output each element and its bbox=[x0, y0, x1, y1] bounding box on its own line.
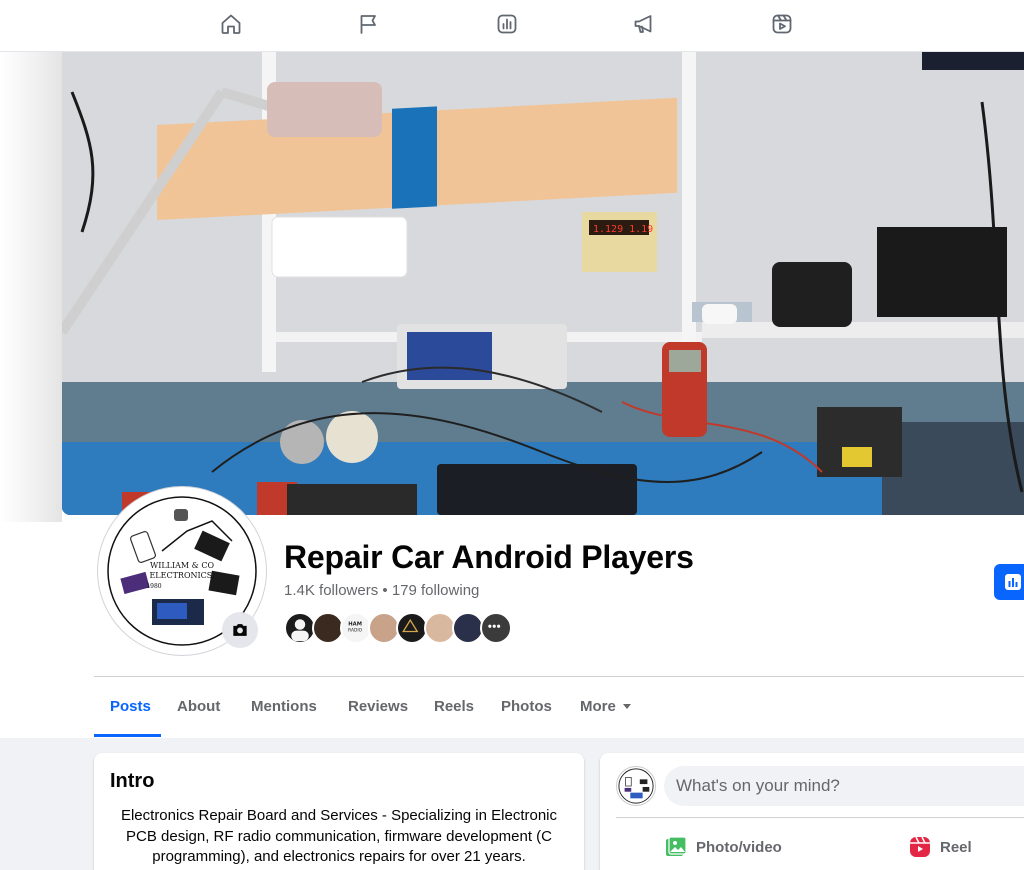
intro-title: Intro bbox=[110, 770, 155, 792]
svg-text:HAM: HAM bbox=[348, 621, 362, 627]
camera-icon bbox=[233, 624, 247, 636]
photo-video-label: Photo/video bbox=[696, 838, 782, 856]
flag-icon[interactable] bbox=[357, 12, 381, 36]
cover-photo[interactable]: 1.129 1.19 bbox=[62, 52, 1024, 515]
tab-more-label: More bbox=[580, 698, 616, 715]
tab-more[interactable]: More bbox=[580, 698, 631, 730]
page-title: Repair Car Android Players bbox=[284, 539, 694, 575]
reel-label: Reel bbox=[940, 838, 972, 856]
logo-line-3: 1980 bbox=[146, 583, 161, 590]
svg-text:RADIO: RADIO bbox=[348, 628, 362, 634]
professional-dashboard-button[interactable] bbox=[994, 564, 1024, 600]
post-composer: What's on your mind? Photo/video Reel bbox=[600, 753, 1024, 870]
intro-card: Intro Electronics Repair Board and Servi… bbox=[94, 753, 584, 870]
reels-icon[interactable] bbox=[770, 12, 794, 36]
follow-counts: 1.4K followers • 179 following bbox=[284, 582, 479, 599]
tab-about[interactable]: About bbox=[177, 698, 220, 730]
chevron-down-icon bbox=[622, 703, 631, 709]
megaphone-icon[interactable] bbox=[632, 12, 656, 36]
tab-posts[interactable]: Posts bbox=[110, 698, 151, 730]
tab-reviews[interactable]: Reviews bbox=[348, 698, 408, 730]
followers-link[interactable]: 1.4K followers bbox=[284, 582, 378, 599]
logo-line-1: WILLIAM & CO bbox=[150, 561, 214, 570]
whats-on-your-mind-input[interactable]: What's on your mind? bbox=[664, 766, 1024, 806]
cover-photo-illustration: 1.129 1.19 bbox=[62, 52, 1024, 515]
update-profile-picture-button[interactable] bbox=[222, 612, 258, 648]
composer-avatar[interactable] bbox=[616, 766, 656, 806]
insights-icon[interactable] bbox=[495, 12, 519, 36]
follow-separator: • bbox=[378, 582, 392, 599]
photo-video-button[interactable]: Photo/video bbox=[664, 833, 782, 861]
tab-reels[interactable]: Reels bbox=[434, 698, 474, 730]
top-navigation-bar bbox=[0, 0, 1024, 52]
intro-bio: Electronics Repair Board and Services - … bbox=[120, 807, 558, 865]
reel-icon bbox=[910, 836, 930, 857]
logo-line-2: ELECTRONICS. bbox=[149, 571, 214, 580]
power-supply-readout: 1.129 1.19 bbox=[593, 224, 653, 235]
active-tab-indicator bbox=[94, 734, 161, 737]
more-followers-avatar[interactable] bbox=[480, 612, 512, 644]
tab-photos[interactable]: Photos bbox=[501, 698, 552, 730]
tabs-divider bbox=[94, 676, 1024, 677]
composer-divider bbox=[616, 817, 1024, 818]
home-icon[interactable] bbox=[219, 12, 243, 36]
following-link[interactable]: 179 following bbox=[392, 582, 480, 599]
photo-icon bbox=[666, 836, 687, 856]
reel-button[interactable]: Reel bbox=[908, 833, 972, 861]
bar-chart-icon bbox=[1005, 574, 1021, 590]
tab-mentions[interactable]: Mentions bbox=[251, 698, 317, 730]
